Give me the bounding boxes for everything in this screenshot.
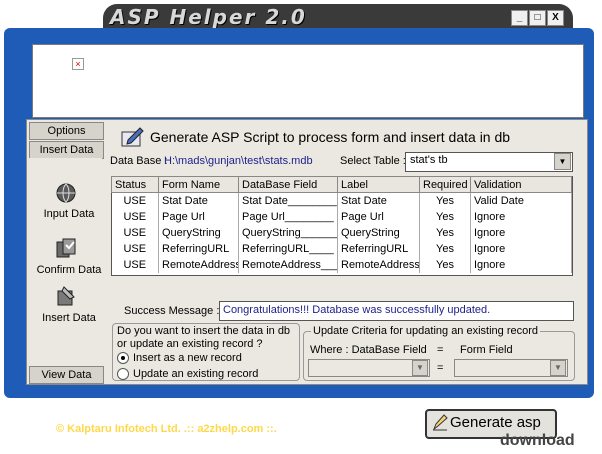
footer-copyright[interactable]: © Kalptaru Infotech Ltd. .:: a2zhelp.com…: [56, 423, 277, 435]
chevron-down-icon[interactable]: ▼: [554, 153, 571, 170]
watermark: download: [500, 432, 575, 449]
select-table-label: Select Table :: [340, 155, 406, 167]
cell-label[interactable]: Stat Date: [337, 192, 420, 209]
cell-required[interactable]: Yes: [419, 241, 471, 257]
tab-options[interactable]: Options: [29, 122, 104, 140]
footer-network-link[interactable]: Part of the Dollar Earner Network »Dolla…: [20, 405, 343, 420]
cell-form-name[interactable]: RemoteAddress: [158, 257, 239, 273]
table-select-value: stat's tb: [410, 154, 448, 166]
radio-insert-new[interactable]: [117, 352, 129, 364]
cell-label[interactable]: RemoteAddress: [337, 257, 420, 273]
cell-status[interactable]: USE: [111, 209, 159, 225]
cell-required[interactable]: Yes: [419, 257, 471, 273]
cell-form-name[interactable]: QueryString: [158, 225, 239, 241]
cell-form-name[interactable]: Stat Date: [158, 192, 239, 209]
broken-image-icon: ×: [72, 58, 84, 70]
update-criteria-title: Update Criteria for updating an existing…: [311, 325, 541, 337]
tab-insert-data[interactable]: Insert Data: [29, 141, 104, 159]
cell-label[interactable]: Page Url: [337, 209, 420, 225]
table-row[interactable]: USE Stat Date Stat Date________ Stat Dat…: [111, 192, 572, 209]
cell-form-name[interactable]: Page Url: [158, 209, 239, 225]
nav-input-data[interactable]: Input Data: [29, 208, 109, 220]
radio-update-existing[interactable]: [117, 368, 129, 380]
cell-status[interactable]: USE: [111, 192, 159, 209]
table-header-row: Status Form Name DataBase Field Label Re…: [111, 176, 572, 193]
app-title: ASP Helper 2.0: [110, 5, 307, 29]
cell-status[interactable]: USE: [111, 257, 159, 273]
nav-insert-data[interactable]: Insert Data: [29, 312, 109, 324]
table-row[interactable]: USE ReferringURL ReferringURL____ Referr…: [111, 241, 572, 257]
cell-status[interactable]: USE: [111, 225, 159, 241]
form-field-label: Form Field: [460, 344, 513, 356]
maximize-button[interactable]: □: [529, 10, 546, 26]
equals-label: =: [437, 344, 444, 356]
tab-view-data[interactable]: View Data: [29, 366, 104, 384]
banner-area: [32, 44, 584, 118]
database-label: Data Base :: [110, 155, 168, 167]
radio-update-existing-label[interactable]: Update an existing record: [133, 368, 258, 380]
cell-required[interactable]: Yes: [419, 209, 471, 225]
success-label: Success Message :: [124, 305, 220, 317]
database-path: H:\mads\gunjan\test\stats.mdb: [164, 155, 313, 167]
cell-label[interactable]: ReferringURL: [337, 241, 420, 257]
success-message-text: Congratulations!!! Database was successf…: [223, 304, 491, 316]
page-title: Generate ASP Script to process form and …: [150, 129, 511, 145]
cell-database-field[interactable]: QueryString______: [238, 225, 338, 241]
chevron-down-icon[interactable]: ▼: [412, 360, 428, 376]
insert-question-line2: or update an existing record ?: [117, 338, 263, 350]
cell-database-field[interactable]: RemoteAddress___: [238, 257, 338, 273]
table-row[interactable]: USE RemoteAddress RemoteAddress___ Remot…: [111, 257, 572, 273]
chevron-down-icon[interactable]: ▼: [550, 360, 566, 376]
cell-validation[interactable]: Ignore: [470, 257, 572, 273]
field-table: Status Form Name DataBase Field Label Re…: [111, 176, 572, 273]
column-header-required[interactable]: Required: [419, 176, 471, 193]
pen-icon: [121, 127, 144, 147]
insert-question-line1: Do you want to insert the data in db: [117, 325, 291, 337]
cell-validation[interactable]: Ignore: [470, 209, 572, 225]
insert-data-icon[interactable]: [54, 285, 78, 309]
table-row[interactable]: USE Page Url Page Url________ Page Url Y…: [111, 209, 572, 225]
confirm-data-icon[interactable]: [54, 237, 78, 261]
column-header-status[interactable]: Status: [111, 176, 159, 193]
radio-insert-new-label[interactable]: Insert as a new record: [133, 352, 242, 364]
cell-required[interactable]: Yes: [419, 192, 471, 209]
pen-icon: [432, 414, 448, 431]
cell-database-field[interactable]: ReferringURL____: [238, 241, 338, 257]
column-header-database-field[interactable]: DataBase Field: [238, 176, 338, 193]
close-button[interactable]: X: [547, 10, 564, 26]
cell-form-name[interactable]: ReferringURL: [158, 241, 239, 257]
cell-status[interactable]: USE: [111, 241, 159, 257]
column-header-form-name[interactable]: Form Name: [158, 176, 239, 193]
cell-database-field[interactable]: Page Url________: [238, 209, 338, 225]
nav-confirm-data[interactable]: Confirm Data: [29, 264, 109, 276]
table-row[interactable]: USE QueryString QueryString______ QueryS…: [111, 225, 572, 241]
where-database-field-label: Where : DataBase Field: [310, 344, 427, 356]
cell-validation[interactable]: Valid Date: [470, 192, 572, 209]
cell-validation[interactable]: Ignore: [470, 225, 572, 241]
cell-label[interactable]: QueryString: [337, 225, 420, 241]
generate-asp-label[interactable]: Generate asp: [450, 414, 541, 431]
column-header-label[interactable]: Label: [337, 176, 420, 193]
column-header-validation[interactable]: Validation: [470, 176, 572, 193]
cell-required[interactable]: Yes: [419, 225, 471, 241]
equals-label: =: [437, 362, 444, 374]
cell-validation[interactable]: Ignore: [470, 241, 572, 257]
globe-icon[interactable]: [54, 181, 78, 205]
minimize-button[interactable]: _: [511, 10, 528, 26]
cell-database-field[interactable]: Stat Date________: [238, 192, 338, 209]
